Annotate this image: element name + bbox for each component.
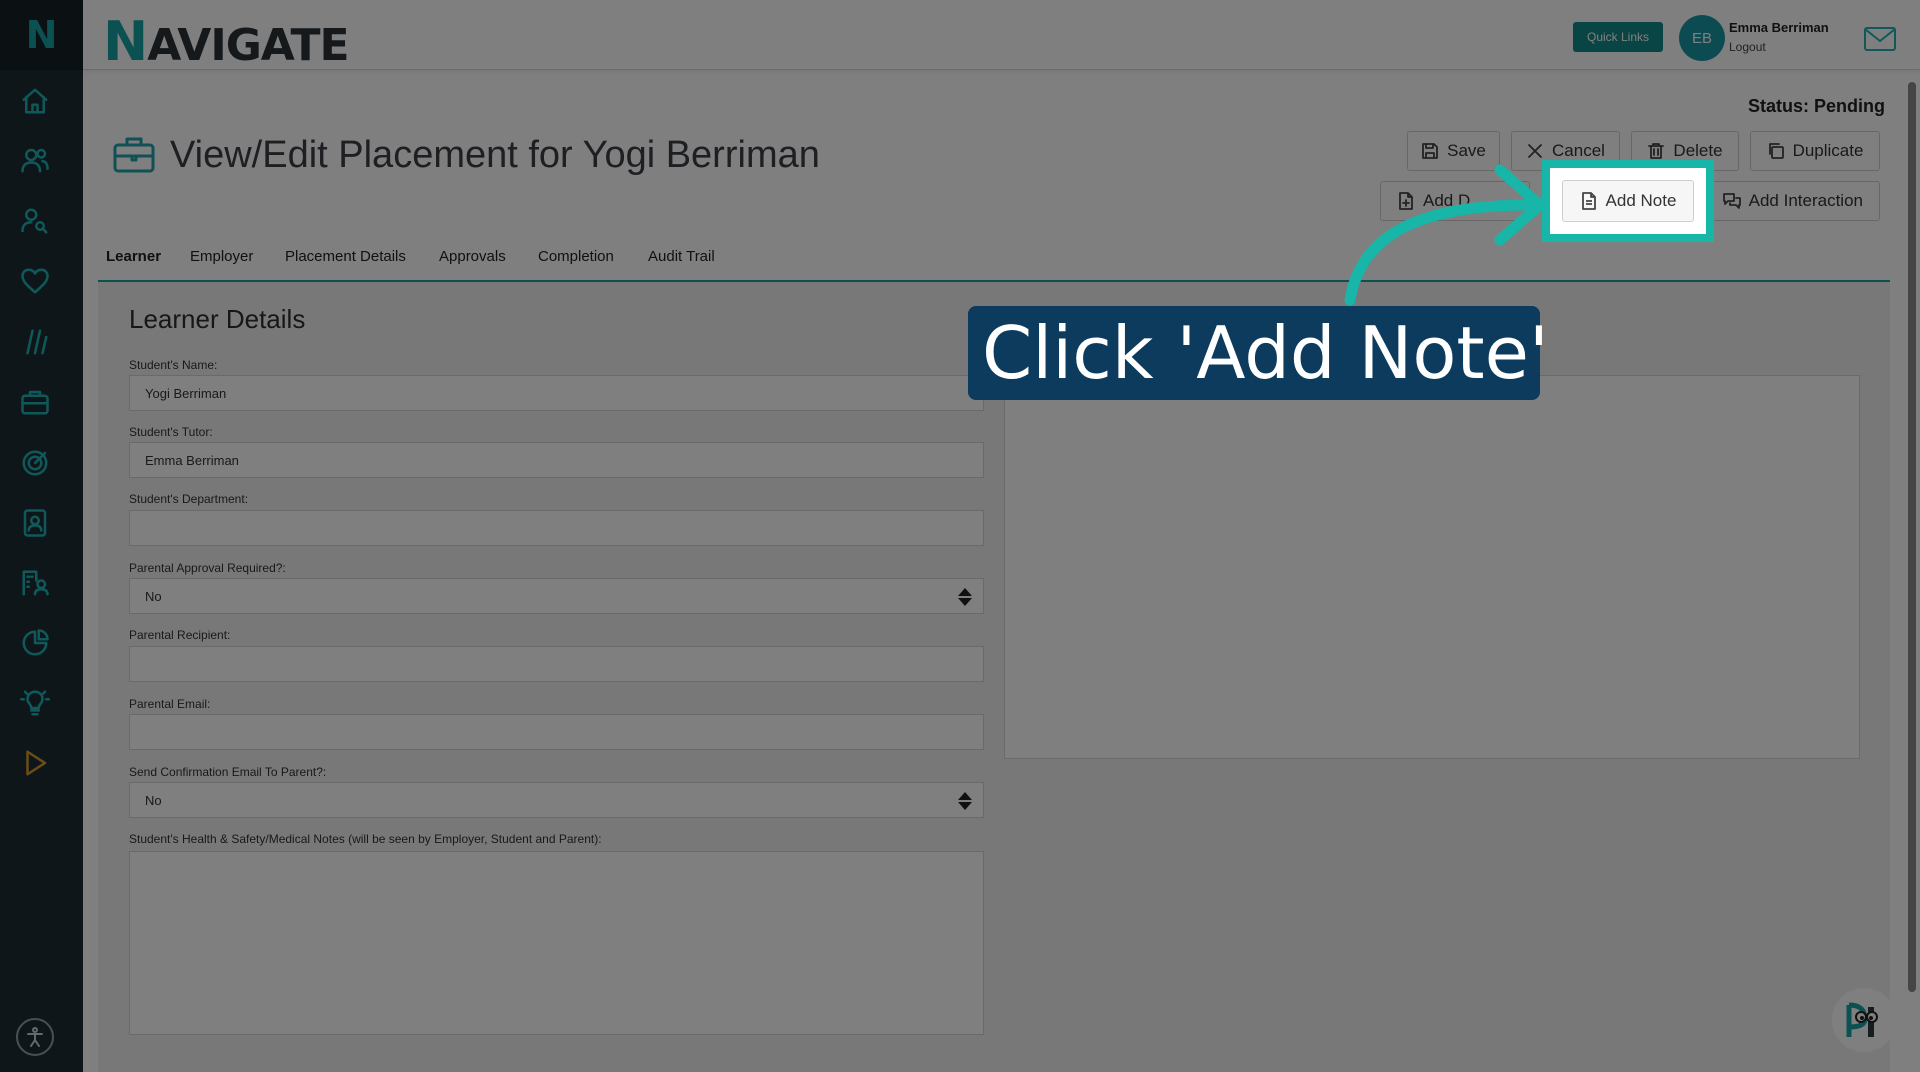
sort-arrows-icon xyxy=(957,791,973,811)
sidebar-logo-letter: N xyxy=(25,13,58,57)
add-note-button[interactable]: Add Note xyxy=(1562,180,1694,222)
tab-employer[interactable]: Employer xyxy=(190,248,253,265)
briefcase-icon xyxy=(112,134,156,174)
lightbulb-icon[interactable] xyxy=(18,686,52,720)
scrollbar-thumb[interactable] xyxy=(1908,82,1916,992)
heart-icon[interactable] xyxy=(18,264,52,298)
building-user-icon[interactable] xyxy=(18,566,52,600)
helper-mascot-icon[interactable] xyxy=(1832,988,1896,1052)
page-title: View/Edit Placement for Yogi Berriman xyxy=(170,134,820,176)
department-label: Student's Department: xyxy=(129,492,249,506)
send-confirmation-select[interactable]: No xyxy=(129,782,984,818)
tab-audit-trail[interactable]: Audit Trail xyxy=(648,248,715,265)
brand-first-letter: N xyxy=(103,10,148,73)
mail-icon[interactable] xyxy=(1863,26,1897,52)
add-note-label: Add Note xyxy=(1605,191,1677,210)
delete-label: Delete xyxy=(1673,141,1723,160)
add-interaction-button[interactable]: Add Interaction xyxy=(1706,181,1880,221)
add-interaction-label: Add Interaction xyxy=(1748,191,1863,210)
trash-icon xyxy=(1648,143,1665,159)
status-label: Status: Pending xyxy=(1748,96,1886,116)
tutor-label: Student's Tutor: xyxy=(129,425,213,439)
contact-card-icon[interactable] xyxy=(18,506,52,540)
tab-placement-details[interactable]: Placement Details xyxy=(285,248,406,265)
parental-recipient-label: Parental Recipient: xyxy=(129,628,231,642)
duplicate-button[interactable]: Duplicate xyxy=(1750,131,1880,171)
cancel-label: Cancel xyxy=(1552,141,1605,160)
student-name-field[interactable]: Yogi Berriman xyxy=(129,375,984,411)
brand-rest: AVIGATE xyxy=(147,20,349,71)
send-confirmation-label: Send Confirmation Email To Parent?: xyxy=(129,765,327,779)
parental-approval-select[interactable]: No xyxy=(129,578,984,614)
brand-logo[interactable]: NAVIGATE xyxy=(103,10,350,73)
tab-approvals[interactable]: Approvals xyxy=(439,248,506,265)
student-name-label: Student's Name: xyxy=(129,358,218,372)
parental-approval-value: No xyxy=(145,588,162,604)
pie-chart-icon[interactable] xyxy=(18,626,52,660)
quick-links-button[interactable]: Quick Links xyxy=(1573,22,1663,52)
chat-icon xyxy=(1722,193,1741,209)
parental-email-field[interactable] xyxy=(129,714,984,750)
sidebar: N xyxy=(0,0,83,1072)
slashes-icon[interactable] xyxy=(18,325,52,359)
note-icon xyxy=(1581,192,1596,210)
user-search-icon[interactable] xyxy=(18,204,52,238)
section-title: Learner Details xyxy=(129,304,306,334)
user-name: Emma Berriman xyxy=(1729,20,1829,35)
health-notes-label: Student's Health & Safety/Medical Notes … xyxy=(129,832,602,846)
health-notes-textarea[interactable] xyxy=(129,851,984,1035)
save-label: Save xyxy=(1447,141,1486,160)
target-icon[interactable] xyxy=(18,446,52,480)
briefcase-icon[interactable] xyxy=(18,385,52,419)
pointer-arrow-icon xyxy=(1330,160,1560,310)
avatar[interactable]: EB xyxy=(1679,15,1725,61)
logout-link[interactable]: Logout xyxy=(1729,40,1766,54)
play-icon[interactable] xyxy=(18,746,52,780)
users-icon[interactable] xyxy=(18,143,52,177)
tutor-field[interactable]: Emma Berriman xyxy=(129,442,984,478)
department-field[interactable] xyxy=(129,510,984,546)
tab-learner[interactable]: Learner xyxy=(97,248,170,283)
accessibility-icon[interactable] xyxy=(16,1018,54,1056)
send-confirmation-value: No xyxy=(145,792,162,808)
instruction-callout: Click 'Add Note' xyxy=(968,306,1549,400)
duplicate-label: Duplicate xyxy=(1792,141,1864,160)
close-icon xyxy=(1528,144,1542,158)
parental-approval-label: Parental Approval Required?: xyxy=(129,561,286,575)
floppy-icon xyxy=(1422,143,1439,159)
top-header: NAVIGATE Quick Links EB Emma Berriman Lo… xyxy=(83,0,1920,73)
tab-bar: Learner Employer Placement Details Appro… xyxy=(97,236,1890,283)
sidebar-logo[interactable]: N xyxy=(0,0,83,70)
sort-arrows-icon xyxy=(957,587,973,607)
parental-recipient-field[interactable] xyxy=(129,646,984,682)
tab-completion[interactable]: Completion xyxy=(538,248,614,265)
home-icon[interactable] xyxy=(18,84,52,118)
copy-icon xyxy=(1768,143,1784,159)
parental-email-label: Parental Email: xyxy=(129,697,211,711)
right-panel-box xyxy=(1004,375,1860,759)
